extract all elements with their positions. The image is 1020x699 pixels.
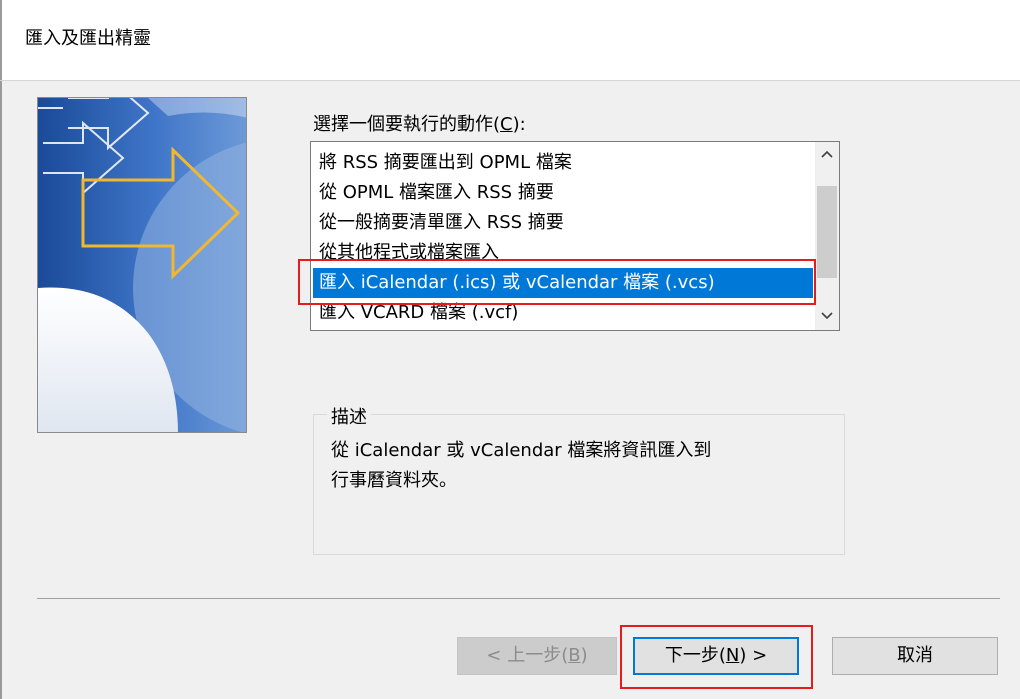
list-item-import-icalendar[interactable]: 匯入 iCalendar (.ics) 或 vCalendar 檔案 (.vcs… <box>313 268 813 298</box>
back-button[interactable]: < 上一步(B) <box>457 637 617 675</box>
title-divider <box>0 80 1020 81</box>
description-text: 從 iCalendar 或 vCalendar 檔案將資訊匯入到 行事曆資料夾。 <box>331 436 831 496</box>
action-list-label: 選擇一個要執行的動作(C): <box>313 114 526 135</box>
scroll-down-arrow-icon[interactable] <box>815 306 839 328</box>
list-item-export-rss-opml[interactable]: 將 RSS 摘要匯出到 OPML 檔案 <box>313 148 813 178</box>
cancel-button[interactable]: 取消 <box>832 637 998 675</box>
footer-divider <box>37 598 1000 599</box>
window-title: 匯入及匯出精靈 <box>25 28 151 49</box>
wizard-arrow-banner-icon <box>37 97 247 433</box>
window-left-border <box>0 0 2 699</box>
description-legend: 描述 <box>327 403 371 429</box>
list-scrollbar[interactable] <box>815 142 839 330</box>
scrollbar-thumb[interactable] <box>817 186 837 278</box>
title-bar: 匯入及匯出精靈 <box>0 0 1020 80</box>
scroll-up-arrow-icon[interactable] <box>815 144 839 166</box>
list-item-import-common-feed-list[interactable]: 從一般摘要清單匯入 RSS 摘要 <box>313 208 813 238</box>
list-item-import-other-program[interactable]: 從其他程式或檔案匯入 <box>313 238 813 268</box>
next-button[interactable]: 下一步(N) > <box>633 637 799 675</box>
description-line-2: 行事曆資料夾。 <box>331 470 457 491</box>
list-item-import-opml-rss[interactable]: 從 OPML 檔案匯入 RSS 摘要 <box>313 178 813 208</box>
action-listbox[interactable]: 將 RSS 摘要匯出到 OPML 檔案 從 OPML 檔案匯入 RSS 摘要 從… <box>310 141 840 331</box>
list-item-import-vcard[interactable]: 匯入 VCARD 檔案 (.vcf) <box>313 298 813 328</box>
description-line-1: 從 iCalendar 或 vCalendar 檔案將資訊匯入到 <box>331 440 712 461</box>
